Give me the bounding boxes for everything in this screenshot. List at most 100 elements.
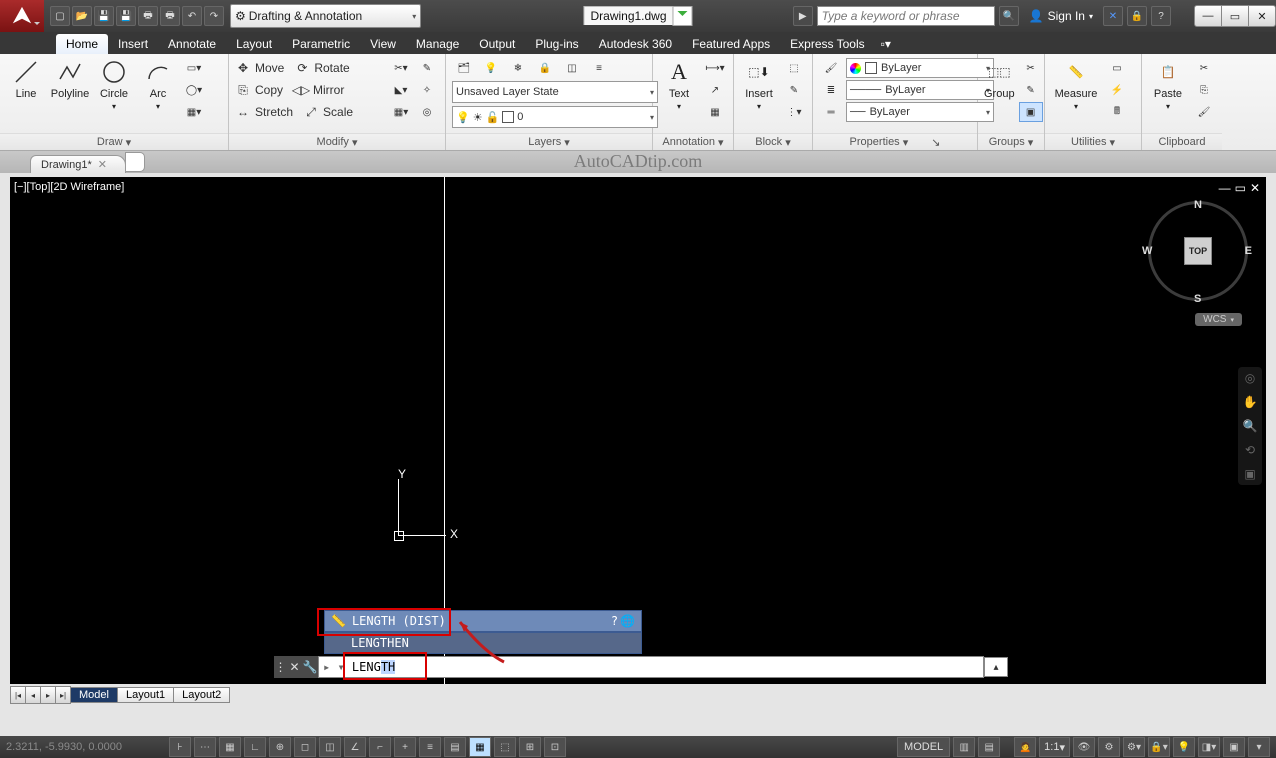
arc-tool[interactable]: Arc▾ [138,58,178,111]
fullnav-wheel-icon[interactable]: ◎ [1245,371,1255,385]
tab-annotate[interactable]: Annotate [158,34,226,54]
close-tab-icon[interactable]: ✕ [98,158,107,171]
annovis-icon[interactable]: 👁 [1073,737,1095,757]
match-prop-icon[interactable]: 🖌 [819,58,843,78]
quickselect-icon[interactable]: ⚡ [1105,80,1129,100]
globe-icon[interactable]: 🌐 [620,614,635,628]
dyn-icon[interactable]: + [394,737,416,757]
layout-grid-icon[interactable]: ▥ [953,737,975,757]
otrack-icon[interactable]: ∠ [344,737,366,757]
application-menu-button[interactable] [0,0,44,32]
viewcube-n[interactable]: N [1194,199,1202,211]
panel-title-utilities[interactable]: Utilities ▾ [1045,133,1141,150]
coordinates-readout[interactable]: 2.3211, -5.9930, 0.0000 [6,741,166,753]
ortho-icon[interactable]: ∟ [244,737,266,757]
select-icon[interactable]: ▭ [1105,58,1129,78]
undo-icon[interactable]: ↶ [182,6,202,26]
model-space-button[interactable]: MODEL [897,737,950,757]
redo-icon[interactable]: ↷ [204,6,224,26]
rotate-tool[interactable]: ⟳Rotate [294,58,349,78]
fillet-icon[interactable]: ◣▾ [389,80,413,100]
text-tool[interactable]: AText▾ [659,58,699,111]
command-input[interactable]: ▸ ▾ LENGTH [318,656,984,678]
panel-title-draw[interactable]: Draw ▾ [0,133,228,150]
command-line-handle[interactable]: ⋮✕🔧 [274,656,318,678]
lwt-icon[interactable]: ≡ [419,737,441,757]
annoscale-icon[interactable]: 🙍 [1014,737,1036,757]
close-button[interactable]: ✕ [1248,5,1276,27]
drawing-canvas[interactable]: [−][Top][2D Wireframe] — ▭ ✕ Y X TOP N E… [10,177,1266,684]
tab-extra-icon[interactable]: ▫▾ [875,34,897,54]
grid-icon[interactable]: ▦ [219,737,241,757]
customize-icon[interactable]: ▾ [1248,737,1270,757]
open-icon[interactable]: 📂 [72,6,92,26]
leader-icon[interactable]: ↗ [703,80,727,100]
paste-tool[interactable]: 📋Paste▾ [1148,58,1188,111]
scale-readout[interactable]: 1:1▾ [1039,737,1070,757]
annoauto-icon[interactable]: ⚙ [1098,737,1120,757]
offset-icon[interactable]: ◎ [415,102,439,122]
color-combo[interactable]: ByLayer▾ [846,58,994,78]
layer-lock-icon[interactable]: 🔒 [533,58,557,78]
scale-tool[interactable]: ⤢Scale [303,102,353,122]
calc-icon[interactable]: 🖩 [1105,102,1129,122]
erase-icon[interactable]: ✎ [415,58,439,78]
zoom-extents-icon[interactable]: 🔍 [1243,419,1258,433]
tab-express[interactable]: Express Tools [780,34,874,54]
dimension-icon[interactable]: ⟼▾ [703,58,727,78]
group-edit-icon[interactable]: ✎ [1019,80,1043,100]
maximize-button[interactable]: ▭ [1221,5,1249,27]
layout-tab-2[interactable]: Layout2 [173,687,230,703]
quickview-icon[interactable]: ▤ [978,737,1000,757]
tab-autodesk360[interactable]: Autodesk 360 [589,34,682,54]
layout-last-icon[interactable]: ▸| [55,686,71,704]
help-small-icon[interactable]: ? [611,614,618,628]
linetype-combo[interactable]: ────ByLayer▾ [846,80,994,100]
table-icon[interactable]: ▦ [703,102,727,122]
tab-layout[interactable]: Layout [226,34,282,54]
search-go-icon[interactable]: ▶ [793,6,813,26]
viewcube-s[interactable]: S [1194,293,1201,305]
ducs-icon[interactable]: ⌐ [369,737,391,757]
tab-parametric[interactable]: Parametric [282,34,360,54]
vp-close-icon[interactable]: ✕ [1250,181,1260,195]
panel-title-block[interactable]: Block ▾ [734,133,812,150]
tab-insert[interactable]: Insert [108,34,158,54]
orbit-icon[interactable]: ⟲ [1245,443,1255,457]
tab-manage[interactable]: Manage [406,34,469,54]
viewcube-e[interactable]: E [1245,245,1252,257]
search-icon[interactable]: 🔍 [999,6,1019,26]
vp-minimize-icon[interactable]: — [1219,181,1231,195]
layout-tab-model[interactable]: Model [70,687,118,703]
isolate-icon[interactable]: ◨▾ [1198,737,1220,757]
rectangle-icon[interactable]: ▭▾ [182,58,206,78]
workspace-switcher[interactable]: ⚙ Drafting & Annotation ▾ [230,4,421,28]
lineweight-combo[interactable]: ──ByLayer▾ [846,102,994,122]
save-icon[interactable]: 💾 [94,6,114,26]
tab-output[interactable]: Output [469,34,525,54]
snap-icon[interactable]: ⋯ [194,737,216,757]
pan-icon[interactable]: ✋ [1243,395,1258,409]
wrench-icon[interactable]: 🔧 [303,660,318,674]
panel-title-properties[interactable]: Properties ▾ ↘ [813,133,977,150]
print-icon[interactable]: 🖶 [160,6,180,26]
doc-tab-drawing1[interactable]: Drawing1*✕ [30,155,126,173]
osnap-icon[interactable]: ◻ [294,737,316,757]
tab-featured[interactable]: Featured Apps [682,34,780,54]
measure-tool[interactable]: 📏Measure▾ [1051,58,1101,111]
edit-block-icon[interactable]: ✎ [782,80,806,100]
panel-title-layers[interactable]: Layers ▾ [446,133,652,150]
title-dropdown-icon[interactable] [673,6,693,26]
sc-icon[interactable]: ⬚ [494,737,516,757]
linetype-icon[interactable]: ≣ [819,80,843,100]
polyline-tool[interactable]: Polyline [50,58,90,100]
ellipse-icon[interactable]: ◯▾ [182,80,206,100]
suggest-item-lengthen[interactable]: LENGTHEN [324,632,642,654]
qp-icon[interactable]: ▦ [469,737,491,757]
panel-title-modify[interactable]: Modify ▾ [229,133,445,150]
viewcube-face[interactable]: TOP [1184,237,1212,265]
circle-tool[interactable]: Circle▾ [94,58,134,111]
tab-plugins[interactable]: Plug-ins [525,34,588,54]
toolbar-lock-icon[interactable]: 🔒▾ [1148,737,1170,757]
clean-screen-icon[interactable]: ▣ [1223,737,1245,757]
